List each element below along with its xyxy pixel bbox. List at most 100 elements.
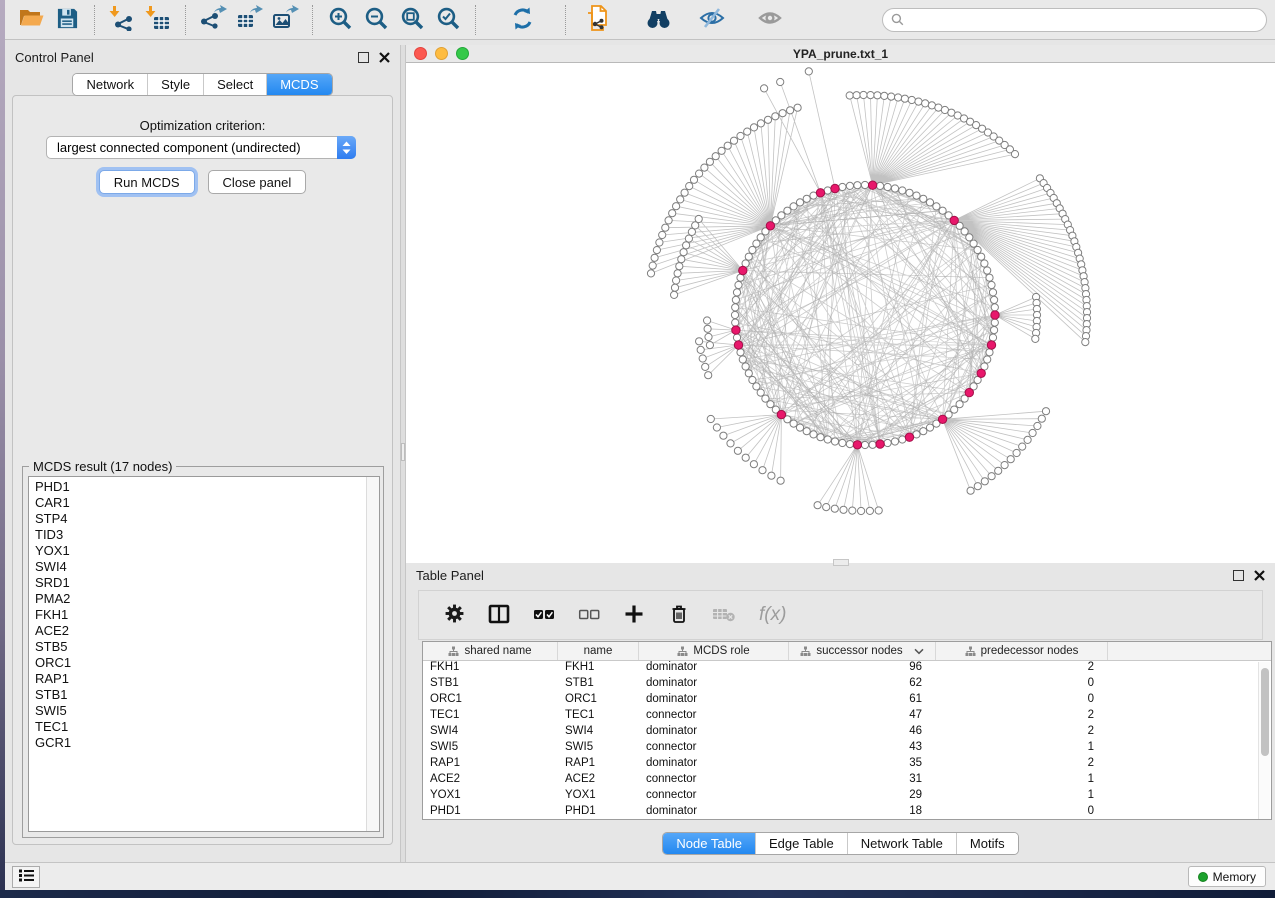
mcds-result-item[interactable]: STB5	[29, 639, 366, 655]
table-scrollbar[interactable]	[1258, 662, 1270, 819]
close-panel-button[interactable]: Close panel	[208, 170, 307, 194]
table-scrollbar-thumb[interactable]	[1261, 668, 1269, 756]
run-mcds-button[interactable]: Run MCDS	[99, 170, 195, 194]
node-table: shared namenameMCDS rolesuccessor nodesp…	[422, 641, 1272, 820]
network-node	[651, 254, 658, 261]
table-row[interactable]: RAP1RAP1dominator352	[423, 757, 1271, 773]
horizontal-splitter-grip[interactable]	[833, 559, 849, 566]
create-column-button[interactable]	[621, 602, 647, 628]
tab-style[interactable]: Style	[147, 74, 203, 95]
table-row[interactable]: SWI4SWI4dominator462	[423, 725, 1271, 741]
open-file-button[interactable]	[13, 3, 49, 37]
column-header-successor-nodes[interactable]: successor nodes	[789, 642, 936, 660]
column-header-name[interactable]: name	[558, 642, 639, 660]
table-row[interactable]: TEC1TEC1connector472	[423, 709, 1271, 725]
zoom-in-button[interactable]	[322, 3, 358, 37]
network-node	[673, 277, 680, 284]
mcds-result-item[interactable]: PMA2	[29, 591, 366, 607]
mcds-result-item[interactable]: PHD1	[29, 479, 366, 495]
table-row[interactable]: FKH1FKH1dominator962	[423, 661, 1271, 677]
network-node	[718, 147, 725, 154]
export-image-button[interactable]	[267, 3, 303, 37]
close-panel-icon[interactable]	[1254, 570, 1265, 581]
mcds-result-item[interactable]: ORC1	[29, 655, 366, 671]
export-network-button[interactable]	[195, 3, 231, 37]
column-header-shared-name[interactable]: shared name	[423, 642, 558, 660]
mcds-result-item[interactable]: CAR1	[29, 495, 366, 511]
table-cell: 0	[936, 805, 1108, 821]
search-field[interactable]	[882, 8, 1267, 32]
network-node	[858, 507, 865, 514]
delete-column-button[interactable]	[666, 602, 692, 628]
mcds-result-item[interactable]: SRD1	[29, 575, 366, 591]
mcds-result-item[interactable]: STP4	[29, 511, 366, 527]
zoom-fit-button[interactable]	[394, 3, 430, 37]
show-column-panel-button[interactable]	[486, 602, 512, 628]
table-tab-network-table[interactable]: Network Table	[847, 833, 956, 854]
network-node	[742, 363, 749, 370]
mcds-result-item[interactable]: TEC1	[29, 719, 366, 735]
table-cell: FKH1	[558, 661, 639, 677]
zoom-in-icon	[328, 6, 353, 34]
mcds-result-item[interactable]: FKH1	[29, 607, 366, 623]
mcds-result-item[interactable]: ACE2	[29, 623, 366, 639]
table-cell: connector	[639, 709, 789, 725]
table-tab-edge-table[interactable]: Edge Table	[755, 833, 847, 854]
search-input[interactable]	[909, 13, 1258, 27]
control-panel-tabs: NetworkStyleSelectMCDS	[72, 73, 332, 96]
table-delete-icon	[712, 605, 736, 626]
hide-selected-button[interactable]	[694, 3, 730, 37]
tab-network[interactable]: Network	[73, 74, 147, 95]
table-tab-motifs[interactable]: Motifs	[956, 833, 1018, 854]
table-row[interactable]: STB1STB1dominator620	[423, 677, 1271, 693]
zoom-selected-button[interactable]	[430, 3, 466, 37]
mcds-list-scrollbar[interactable]	[366, 477, 379, 831]
network-graph-canvas[interactable]	[406, 63, 1275, 562]
mcds-result-item[interactable]: YOX1	[29, 543, 366, 559]
network-node	[695, 215, 702, 222]
table-cell: 1	[936, 773, 1108, 789]
mcds-result-item[interactable]: SWI5	[29, 703, 366, 719]
network-node	[899, 187, 906, 194]
export-table-icon	[236, 5, 263, 34]
search-network-button[interactable]	[640, 3, 676, 37]
mcds-result-item[interactable]: GCR1	[29, 735, 366, 751]
table-settings-button[interactable]	[441, 602, 467, 628]
splitter-grip[interactable]	[401, 443, 405, 461]
mcds-result-item[interactable]: RAP1	[29, 671, 366, 687]
deselect-all-button[interactable]	[576, 602, 602, 628]
close-panel-icon[interactable]	[379, 52, 390, 63]
new-network-from-selection-button[interactable]	[580, 3, 616, 37]
save-session-button[interactable]	[49, 3, 85, 37]
chevron-down-icon[interactable]	[914, 648, 924, 655]
tab-mcds[interactable]: MCDS	[266, 74, 331, 95]
network-node	[866, 507, 873, 514]
table-row[interactable]: PHD1PHD1dominator180	[423, 805, 1271, 821]
import-network-button[interactable]	[104, 3, 140, 37]
table-tab-node-table[interactable]: Node Table	[663, 833, 755, 854]
mcds-result-item[interactable]: SWI4	[29, 559, 366, 575]
table-row[interactable]: ORC1ORC1dominator610	[423, 693, 1271, 709]
float-panel-icon[interactable]	[358, 52, 369, 63]
task-history-button[interactable]	[12, 866, 40, 888]
delete-table-button[interactable]	[711, 602, 737, 628]
column-header-MCDS-role[interactable]: MCDS role	[639, 642, 789, 660]
table-row[interactable]: ACE2ACE2connector311	[423, 773, 1271, 789]
table-row[interactable]: SWI5SWI5connector431	[423, 741, 1271, 757]
zoom-out-button[interactable]	[358, 3, 394, 37]
function-builder-button[interactable]: f(x)	[756, 602, 796, 628]
import-table-button[interactable]	[140, 3, 176, 37]
network-node	[753, 383, 760, 390]
column-header-predecessor-nodes[interactable]: predecessor nodes	[936, 642, 1108, 660]
table-row[interactable]: YOX1YOX1connector291	[423, 789, 1271, 805]
export-table-button[interactable]	[231, 3, 267, 37]
optimization-select[interactable]: largest connected component (undirected)	[46, 136, 356, 159]
select-all-button[interactable]	[531, 602, 557, 628]
mcds-result-item[interactable]: TID3	[29, 527, 366, 543]
tab-select[interactable]: Select	[203, 74, 266, 95]
mcds-result-item[interactable]: STB1	[29, 687, 366, 703]
apply-layout-button[interactable]	[504, 3, 540, 37]
memory-button[interactable]: Memory	[1188, 866, 1266, 887]
float-panel-icon[interactable]	[1233, 570, 1244, 581]
show-hidden-button[interactable]	[752, 3, 788, 37]
